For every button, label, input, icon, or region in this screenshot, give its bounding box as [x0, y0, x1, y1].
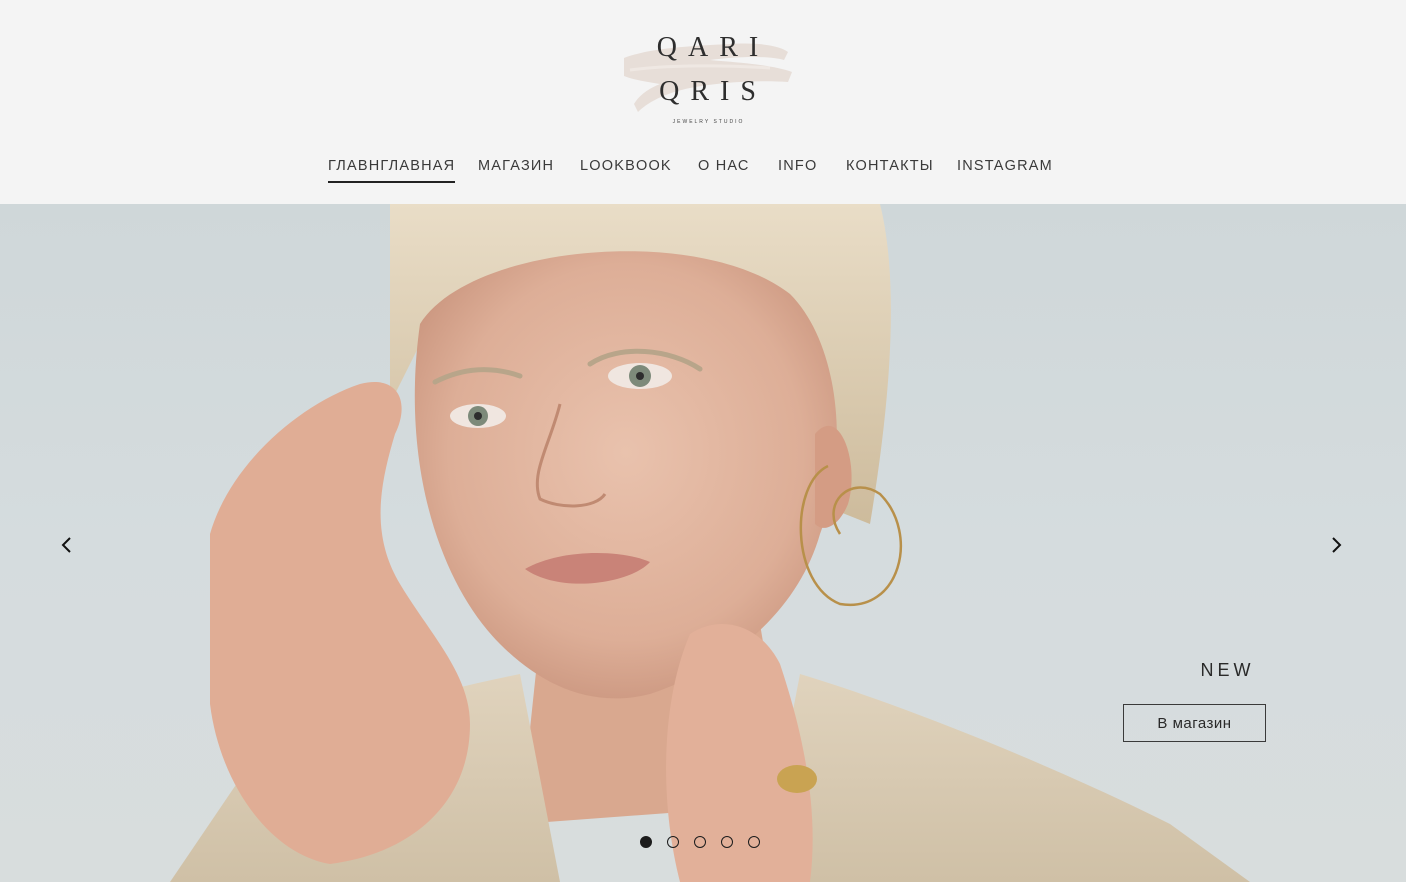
- slider-pagination: [640, 836, 770, 850]
- nav-item-lookbook[interactable]: LOOKBOOK: [580, 155, 672, 183]
- main-nav: ГЛАВНГЛАВНАЯ МАГАЗИН LOOKBOOK О НАС INFO…: [0, 155, 1406, 185]
- nav-item-about[interactable]: О НАС: [698, 155, 750, 183]
- chevron-left-icon: [61, 537, 71, 553]
- nav-item-contacts[interactable]: КОНТАКТЫ: [846, 155, 934, 183]
- hero-photo: [170, 204, 1250, 882]
- slider-dot-3[interactable]: [694, 836, 706, 848]
- nav-item-shop[interactable]: МАГАЗИН: [478, 155, 554, 183]
- shop-button[interactable]: В магазин: [1123, 704, 1266, 742]
- slider-dot-1[interactable]: [640, 836, 652, 848]
- logo-line-1: QARI: [656, 32, 770, 63]
- logo-line-2: QRIS: [659, 76, 767, 107]
- slider-next-button[interactable]: [1326, 534, 1346, 556]
- nav-item-info[interactable]: INFO: [778, 155, 817, 183]
- hero-new-label: NEW: [1200, 660, 1255, 680]
- nav-item-home[interactable]: ГЛАВНГЛАВНАЯ: [328, 155, 456, 183]
- hero-slider: NEW В магазин: [0, 204, 1406, 882]
- brand-logo[interactable]: QARI QRIS JEWELRY STUDIO: [620, 30, 795, 130]
- slider-prev-button[interactable]: [57, 534, 77, 556]
- logo-tagline: JEWELRY STUDIO: [672, 119, 745, 125]
- chevron-right-icon: [1332, 537, 1342, 553]
- slider-dot-4[interactable]: [721, 836, 733, 848]
- slider-dot-5[interactable]: [748, 836, 760, 848]
- slider-dot-2[interactable]: [667, 836, 679, 848]
- site-header: QARI QRIS JEWELRY STUDIO ГЛАВНГЛАВНАЯ МА…: [0, 0, 1406, 204]
- nav-item-instagram[interactable]: INSTAGRAM: [957, 155, 1053, 183]
